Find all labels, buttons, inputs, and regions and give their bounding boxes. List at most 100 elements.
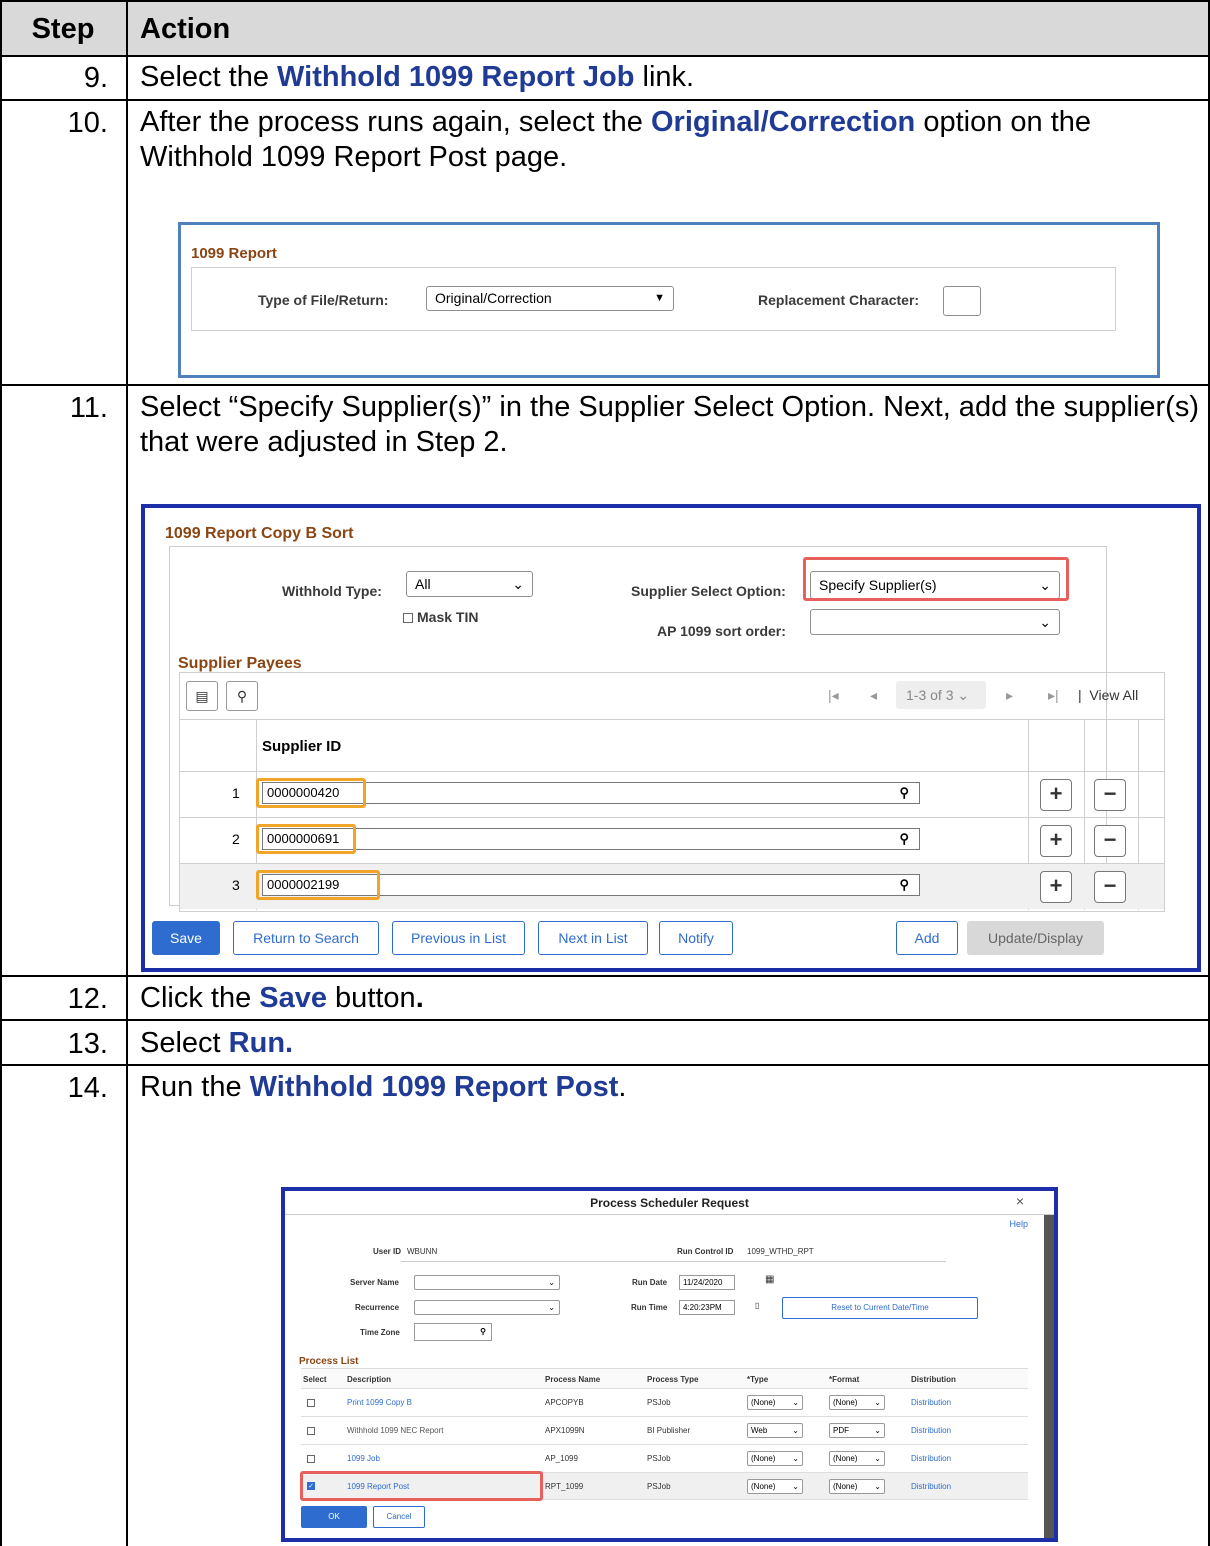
reset-date-time-button[interactable]: Reset to Current Date/Time — [782, 1297, 978, 1319]
select-checkbox[interactable] — [307, 1455, 315, 1463]
run-control-label: Run Control ID — [677, 1247, 734, 1256]
delete-row-icon[interactable]: − — [1094, 871, 1126, 903]
calendar-icon[interactable]: ▦ — [765, 1274, 774, 1285]
col-distribution: Distribution — [911, 1375, 956, 1384]
add-button[interactable]: Add — [896, 921, 958, 955]
page-range-select[interactable]: 1-3 of 3 ⌄ — [896, 681, 986, 709]
step-text: After the process runs again, select the… — [140, 106, 1092, 173]
sort-order-label: AP 1099 sort order: — [657, 623, 786, 639]
mask-tin-row: Mask TIN — [403, 609, 478, 625]
ok-button[interactable]: OK — [301, 1506, 367, 1528]
sort-order-select[interactable]: ⌄ — [810, 609, 1060, 635]
lookup-icon[interactable]: ⚲ — [899, 875, 909, 895]
process-name: AP_1099 — [545, 1454, 578, 1463]
step-number: 13. — [67, 1028, 108, 1060]
type-select[interactable]: (None) ⌄ — [747, 1479, 803, 1494]
step-text: Click the Save button. — [140, 982, 424, 1014]
clock-icon[interactable]: ▯ — [755, 1301, 759, 1310]
distribution-link[interactable]: Distribution — [911, 1454, 951, 1463]
step-number: 10. — [67, 107, 108, 139]
process-type: PSJob — [647, 1398, 671, 1407]
type-select[interactable]: (None) ⌄ — [747, 1451, 803, 1466]
report-1099-panel: 1099 Report Type of File/Return: Origina… — [178, 222, 1160, 378]
copy-b-sort-panel: 1099 Report Copy B Sort Withhold Type: A… — [141, 504, 1201, 972]
format-select[interactable]: (None) ⌄ — [829, 1451, 885, 1466]
next-in-list-button[interactable]: Next in List — [538, 921, 648, 955]
distribution-link[interactable]: Distribution — [911, 1482, 951, 1491]
type-select[interactable]: (None) ⌄ — [747, 1395, 803, 1410]
withhold-type-select[interactable]: All ⌄ — [406, 571, 533, 597]
run-time-input[interactable]: 4:20:23PM — [679, 1300, 735, 1315]
scrollbar[interactable] — [1044, 1215, 1054, 1538]
lookup-icon[interactable]: ⚲ — [480, 1325, 486, 1338]
process-name: RPT_1099 — [545, 1482, 584, 1491]
distribution-link[interactable]: Distribution — [911, 1426, 951, 1435]
select-checkbox[interactable] — [307, 1399, 315, 1407]
panel-box: Type of File/Return: Original/Correction… — [191, 267, 1116, 331]
mask-tin-checkbox[interactable] — [403, 613, 413, 623]
process-description-link[interactable]: 1099 Job — [347, 1454, 380, 1463]
highlight-box — [300, 1471, 543, 1501]
add-row-icon[interactable]: + — [1040, 825, 1072, 857]
return-to-search-button[interactable]: Return to Search — [233, 921, 379, 955]
table-row: Withhold 1099 NEC Report APX1099N BI Pub… — [301, 1416, 1028, 1444]
job-link[interactable]: Withhold 1099 Report Job — [277, 61, 634, 93]
select-checkbox[interactable] — [307, 1427, 315, 1435]
next-page-icon[interactable]: ▸ — [1006, 687, 1013, 704]
col-process-name: Process Name — [545, 1375, 601, 1384]
chevron-down-icon: ⌄ — [548, 1303, 555, 1312]
supplier-id-input[interactable]: 0000000691 ⚲ — [262, 828, 920, 850]
type-of-file-select[interactable]: Original/Correction ▼ — [426, 286, 674, 311]
format-select[interactable]: (None) ⌄ — [829, 1479, 885, 1494]
close-icon[interactable]: × — [1016, 1193, 1024, 1209]
distribution-link[interactable]: Distribution — [911, 1398, 951, 1407]
format-select[interactable]: (None) ⌄ — [829, 1395, 885, 1410]
server-name-select[interactable]: ⌄ — [414, 1275, 560, 1290]
lookup-icon[interactable]: ⚲ — [899, 783, 909, 803]
highlight-box — [256, 870, 380, 900]
process-description-link[interactable]: Print 1099 Copy B — [347, 1398, 412, 1407]
delete-row-icon[interactable]: − — [1094, 779, 1126, 811]
first-page-icon[interactable]: |◂ — [828, 687, 839, 704]
replacement-character-input[interactable] — [943, 286, 981, 316]
view-all-link[interactable]: | View All — [1078, 687, 1138, 703]
time-zone-label: Time Zone — [360, 1328, 400, 1337]
save-button[interactable]: Save — [152, 921, 220, 955]
chevron-down-icon: ⌄ — [792, 1454, 799, 1463]
update-display-button[interactable]: Update/Display — [967, 921, 1104, 955]
type-select[interactable]: Web ⌄ — [747, 1423, 803, 1438]
lookup-icon[interactable]: ⚲ — [899, 829, 909, 849]
previous-in-list-button[interactable]: Previous in List — [392, 921, 525, 955]
notify-button[interactable]: Notify — [659, 921, 733, 955]
row-number: 1 — [232, 785, 240, 801]
step-number: 9. — [83, 62, 108, 94]
process-description: Withhold 1099 NEC Report — [347, 1426, 444, 1435]
help-link[interactable]: Help — [1009, 1219, 1028, 1229]
time-zone-input[interactable]: ⚲ — [414, 1323, 492, 1341]
add-row-icon[interactable]: + — [1040, 871, 1072, 903]
highlight-box — [803, 557, 1069, 601]
delete-row-icon[interactable]: − — [1094, 825, 1126, 857]
process-list-title: Process List — [299, 1356, 359, 1367]
procedure-table: Step Action 9. Select the Withhold 1099 … — [0, 0, 1210, 1546]
supplier-select-label: Supplier Select Option: — [631, 583, 786, 599]
chevron-down-icon: ⌄ — [548, 1278, 555, 1287]
recurrence-select[interactable]: ⌄ — [414, 1300, 560, 1315]
chevron-down-icon: ⌄ — [792, 1426, 799, 1435]
user-id-label: User ID — [373, 1247, 402, 1256]
previous-page-icon[interactable]: ◂ — [870, 687, 877, 704]
grid-header-row: Supplier ID — [180, 719, 1164, 910]
add-row-icon[interactable]: + — [1040, 779, 1072, 811]
personalize-icon[interactable]: ▤ — [186, 681, 218, 711]
chevron-down-icon: ⌄ — [874, 1482, 881, 1491]
col-process-type: Process Type — [647, 1375, 699, 1384]
last-page-icon[interactable]: ▸| — [1048, 687, 1059, 704]
dialog-title: Process Scheduler Request — [285, 1191, 1054, 1215]
step-number: 11. — [69, 392, 108, 424]
run-date-input[interactable]: 11/24/2020 — [679, 1275, 735, 1290]
process-scheduler-dialog: Process Scheduler Request × Help User ID… — [281, 1187, 1058, 1542]
search-icon[interactable]: ⚲ — [226, 681, 258, 711]
cancel-button[interactable]: Cancel — [373, 1506, 425, 1528]
format-select[interactable]: PDF ⌄ — [829, 1423, 885, 1438]
step-text: Select Run. — [140, 1027, 294, 1059]
